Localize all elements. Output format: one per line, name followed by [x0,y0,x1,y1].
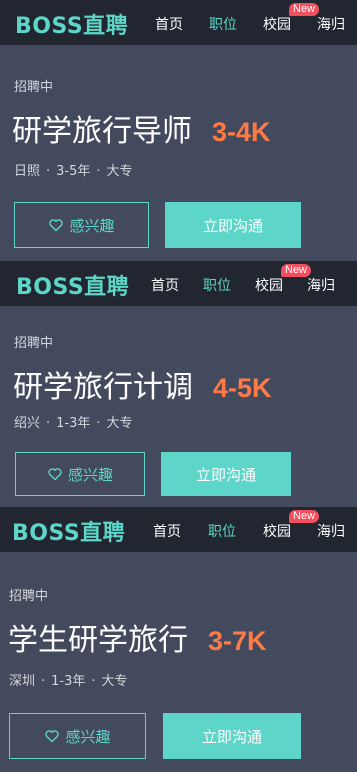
job-status: 招聘中 [14,80,54,95]
nav-item-jobs[interactable]: 职位 [208,521,236,541]
nav-item-campus[interactable]: 校园 New [263,3,320,34]
interest-button[interactable]: 感兴趣 [9,713,146,759]
chat-button[interactable]: 立即沟通 [163,713,301,759]
job-experience: 1-3年 [56,416,91,431]
nav-item-overseas[interactable]: 海归 [307,275,335,295]
nav-item-campus[interactable]: 校园 New [255,264,312,295]
nav-item-campus[interactable]: 校园 New [263,510,320,541]
logo[interactable]: BOSS直聘 [12,515,125,547]
interest-label: 感兴趣 [67,465,113,484]
title-row: 研学旅行导师 3-4K [12,106,271,150]
job-card: BOSS直聘 首页 职位 校园 New 海归 招聘中 研学旅行计调 4-5K 绍兴… [0,261,357,507]
nav-item-campus-label: 校园 [255,278,283,294]
nav-item-home[interactable]: 首页 [155,14,183,34]
interest-label: 感兴趣 [65,727,111,746]
title-row: 研学旅行计调 4-5K [13,362,272,406]
new-badge: New [289,3,320,16]
nav-item-campus-label: 校园 [263,524,291,540]
job-meta: 日照 · 3-5年 · 大专 [14,164,133,179]
job-city: 日照 [14,164,41,179]
job-status: 招聘中 [14,336,54,351]
interest-label: 感兴趣 [69,216,115,235]
logo[interactable]: BOSS直聘 [15,8,128,40]
job-city: 深圳 [9,674,36,689]
nav-item-home[interactable]: 首页 [153,521,181,541]
top-nav: BOSS直聘 首页 职位 校园 New 海归 [0,507,357,552]
job-salary: 4-5K [213,373,272,403]
job-experience: 3-5年 [56,164,91,179]
job-card: BOSS直聘 首页 职位 校园 New 海归 招聘中 研学旅行导师 3-4K 日照… [0,0,357,261]
chat-button[interactable]: 立即沟通 [161,452,291,496]
job-education: 大专 [101,674,128,689]
nav-item-campus-label: 校园 [263,17,291,33]
interest-button[interactable]: 感兴趣 [14,202,149,248]
nav-item-home[interactable]: 首页 [151,275,179,295]
chat-button[interactable]: 立即沟通 [165,202,301,248]
job-title: 研学旅行导师 [12,114,192,149]
job-card: BOSS直聘 首页 职位 校园 New 海归 招聘中 学生研学旅行 3-7K 深圳… [0,507,357,772]
nav-item-jobs[interactable]: 职位 [209,14,237,34]
job-education: 大专 [106,416,133,431]
nav-item-jobs[interactable]: 职位 [203,275,231,295]
top-nav: BOSS直聘 首页 职位 校园 New 海归 [0,0,357,45]
job-title: 学生研学旅行 [8,623,188,658]
new-badge: New [289,510,320,523]
job-education: 大专 [106,164,133,179]
job-experience: 1-3年 [51,674,86,689]
job-salary: 3-7K [208,626,267,656]
top-nav: BOSS直聘 首页 职位 校园 New 海归 [0,261,357,306]
job-status: 招聘中 [9,589,49,604]
job-city: 绍兴 [14,416,41,431]
job-meta: 深圳 · 1-3年 · 大专 [9,674,128,689]
job-title: 研学旅行计调 [13,370,193,405]
title-row: 学生研学旅行 3-7K [8,615,267,659]
heart-icon [48,217,64,233]
job-meta: 绍兴 · 1-3年 · 大专 [14,416,133,431]
logo[interactable]: BOSS直聘 [16,269,129,301]
nav-item-overseas[interactable]: 海归 [317,521,345,541]
nav-item-overseas[interactable]: 海归 [317,14,345,34]
job-salary: 3-4K [212,117,271,147]
interest-button[interactable]: 感兴趣 [15,452,145,496]
heart-icon [47,466,63,482]
heart-icon [44,728,60,744]
